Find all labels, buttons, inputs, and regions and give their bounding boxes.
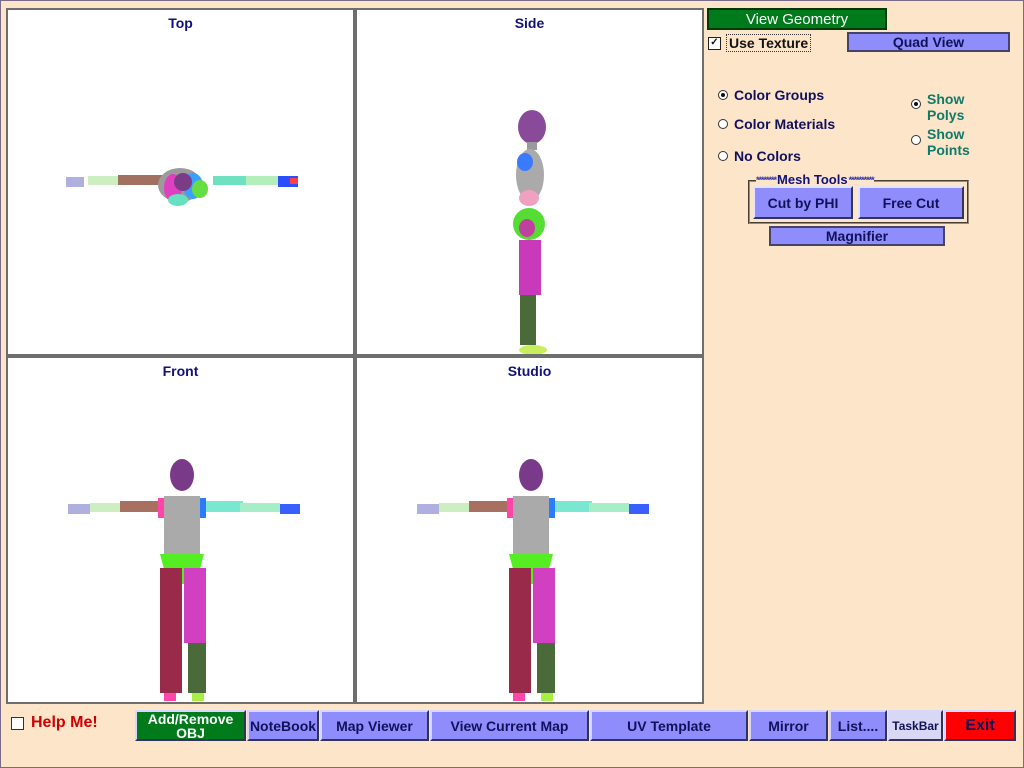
mesh-tools-title: Mesh Tools: [777, 172, 848, 187]
view-geometry-button[interactable]: View Geometry: [707, 8, 887, 30]
viewport-top[interactable]: Top: [6, 8, 355, 356]
show-polys-label-1: Show: [927, 91, 965, 107]
free-cut-button[interactable]: Free Cut: [858, 186, 964, 219]
radio-icon: [718, 151, 728, 161]
viewport-studio[interactable]: Studio: [355, 356, 704, 704]
checkbox-icon: ✓: [708, 36, 721, 50]
show-polys-radio[interactable]: Show Polys: [911, 91, 964, 123]
mirror-button[interactable]: Mirror: [749, 710, 828, 741]
color-groups-radio[interactable]: Color Groups: [718, 87, 824, 103]
checkbox-icon: [11, 716, 24, 730]
taskbar-button[interactable]: TaskBar: [888, 710, 943, 741]
legend-stars-right: **********: [848, 174, 875, 185]
viewport-front[interactable]: Front: [6, 356, 355, 704]
show-points-label-1: Show: [927, 126, 965, 142]
magnifier-button[interactable]: Magnifier: [769, 226, 945, 246]
figure-studio-view: [417, 459, 649, 701]
radio-selected-icon: [911, 99, 921, 109]
help-me-label: Help Me!: [31, 714, 98, 731]
show-polys-label-2: Polys: [927, 107, 965, 123]
uv-template-button[interactable]: UV Template: [590, 710, 748, 741]
show-points-radio[interactable]: Show Points: [911, 126, 970, 158]
radio-icon: [718, 119, 728, 129]
use-texture-label: Use Texture: [726, 34, 812, 52]
legend-stars-left: ********: [756, 174, 777, 185]
cut-by-phi-button[interactable]: Cut by PHI: [753, 186, 853, 219]
quad-view-button[interactable]: Quad View: [847, 32, 1010, 52]
help-me-toggle[interactable]: Help Me!: [11, 714, 98, 732]
exit-button[interactable]: Exit: [944, 710, 1016, 741]
viewport-side[interactable]: Side: [355, 8, 704, 356]
radio-selected-icon: [718, 90, 728, 100]
color-materials-radio[interactable]: Color Materials: [718, 116, 835, 132]
show-points-label-2: Points: [927, 142, 970, 158]
figure-side-view: [513, 110, 547, 354]
no-colors-radio[interactable]: No Colors: [718, 148, 801, 164]
notebook-button[interactable]: NoteBook: [247, 710, 319, 741]
map-viewer-button[interactable]: Map Viewer: [320, 710, 429, 741]
add-remove-obj-button[interactable]: Add/Remove OBJ: [135, 710, 246, 741]
figure-front-view: [68, 459, 300, 701]
radio-icon: [911, 135, 921, 145]
view-current-map-button[interactable]: View Current Map: [430, 710, 589, 741]
figure-top-view: [66, 168, 298, 206]
use-texture-checkbox[interactable]: ✓ Use Texture: [708, 34, 812, 52]
list-button[interactable]: List....: [829, 710, 887, 741]
mesh-tools-legend: ******** Mesh Tools **********: [756, 172, 875, 187]
